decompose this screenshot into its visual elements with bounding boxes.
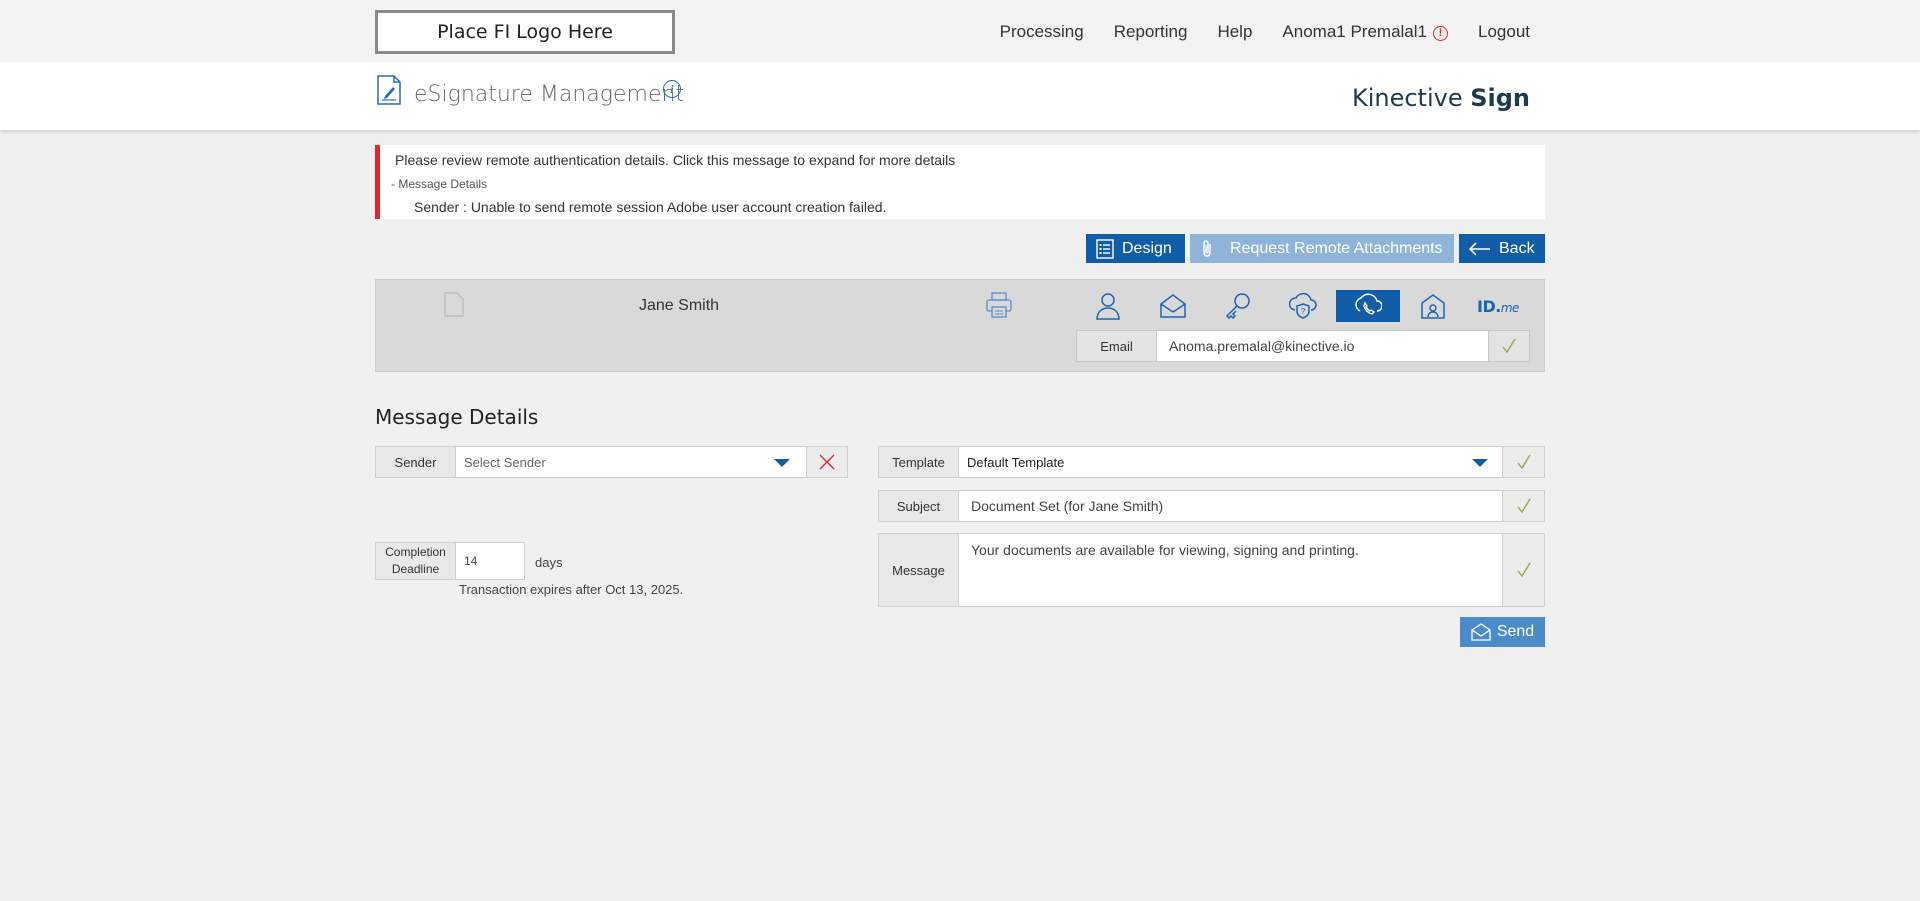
message-field[interactable]: Your documents are available for viewing… (958, 533, 1503, 607)
email-icon (1471, 623, 1491, 641)
auth-key-tab[interactable] (1206, 290, 1270, 322)
nav-help[interactable]: Help (1217, 22, 1252, 42)
nav-reporting[interactable]: Reporting (1114, 22, 1188, 42)
page-header: eSignature Management i Kinective Sign (0, 62, 1920, 130)
email-field[interactable] (1156, 330, 1489, 362)
design-label: Design (1122, 239, 1172, 257)
building-icon (1421, 294, 1445, 319)
auth-method-tabs: ? ID.me (1076, 290, 1531, 322)
checkmark-icon (1502, 338, 1516, 354)
nav-logout[interactable]: Logout (1478, 22, 1530, 42)
subject-confirm[interactable] (1502, 490, 1545, 522)
svg-text:?: ? (1301, 307, 1306, 316)
auth-idme-tab[interactable]: ID.me (1466, 290, 1530, 322)
sender-label: Sender (375, 446, 456, 478)
page-title: eSignature Management (414, 82, 685, 107)
auth-building-tab[interactable] (1401, 290, 1465, 322)
close-icon (819, 454, 835, 470)
message-confirm[interactable] (1502, 533, 1545, 607)
sender-placeholder: Select Sender (464, 454, 546, 470)
auth-question-tab[interactable]: ? (1271, 290, 1335, 322)
person-icon (1096, 293, 1120, 320)
request-remote-attachments-button[interactable]: Request Remote Attachments (1190, 234, 1454, 263)
nav-user[interactable]: Anoma1 Premalal1! (1282, 22, 1448, 42)
warning-icon: ! (1433, 26, 1448, 41)
send-label: Send (1496, 623, 1535, 640)
document-icon (444, 292, 464, 317)
completion-deadline-label: Completion Deadline (375, 542, 456, 580)
top-bar: Place FI Logo Here Processing Reporting … (0, 0, 1920, 62)
message-label: Message (878, 533, 959, 607)
printer-icon[interactable] (985, 291, 1013, 319)
auth-phone-tab[interactable] (1336, 290, 1400, 322)
email-icon (1160, 294, 1186, 318)
brand-logo: Kinective Sign (1352, 84, 1530, 112)
top-navigation: Processing Reporting Help Anoma1 Premala… (1000, 22, 1530, 42)
template-label: Template (878, 446, 959, 478)
template-select[interactable]: Default Template (958, 446, 1503, 478)
question-shield-icon: ? (1289, 292, 1317, 319)
subject-label: Subject (878, 490, 959, 522)
auth-person-tab[interactable] (1076, 290, 1140, 322)
alert-details-toggle[interactable]: - Message Details (391, 177, 487, 191)
brand-bold: Sign (1470, 84, 1530, 112)
alert-message[interactable]: Please review remote authentication deta… (395, 152, 955, 168)
idme-main: ID. (1477, 296, 1501, 316)
days-label: days (535, 555, 563, 570)
checklist-icon (1096, 238, 1114, 259)
info-icon[interactable]: i (663, 80, 681, 98)
subject-field[interactable] (958, 490, 1503, 522)
template-confirm[interactable] (1502, 446, 1545, 478)
checkmark-icon (1516, 562, 1531, 578)
paperclip-icon (1203, 239, 1211, 257)
request-attachments-label: Request Remote Attachments (1230, 239, 1443, 257)
expiration-text: Transaction expires after Oct 13, 2025. (459, 582, 684, 597)
chevron-down-icon (774, 459, 790, 467)
checkmark-icon (1516, 454, 1531, 470)
idme-logo: ID.me (1477, 297, 1519, 316)
document-sign-icon (377, 75, 401, 105)
phone-icon (1355, 293, 1382, 315)
user-name: Anoma1 Premalal1 (1282, 22, 1427, 41)
fi-logo-placeholder: Place FI Logo Here (375, 10, 675, 54)
send-button[interactable]: Send (1460, 617, 1545, 647)
nav-processing[interactable]: Processing (1000, 22, 1084, 42)
template-value: Default Template (967, 454, 1065, 470)
email-confirm[interactable] (1488, 330, 1530, 362)
error-alert[interactable]: Please review remote authentication deta… (375, 145, 1545, 219)
chevron-down-icon (1472, 459, 1488, 467)
completion-deadline-input[interactable] (455, 542, 525, 580)
message-details-title: Message Details (375, 405, 539, 429)
idme-sub: me (1500, 300, 1520, 315)
checkmark-icon (1516, 498, 1531, 514)
arrow-left-icon (1469, 241, 1490, 256)
brand-light: Kinective (1351, 84, 1471, 112)
alert-sender-detail: Sender : Unable to send remote session A… (414, 199, 887, 215)
sender-select[interactable]: Select Sender (455, 446, 807, 478)
signer-panel: Jane Smith ? ID.me Email Anoma.premalal@… (375, 279, 1545, 372)
design-button[interactable]: Design (1086, 234, 1185, 263)
signer-name: Jane Smith (639, 297, 720, 314)
back-button[interactable]: Back (1459, 234, 1545, 263)
sender-clear-button[interactable] (806, 446, 848, 478)
auth-email-tab[interactable] (1141, 290, 1205, 322)
key-icon (1225, 293, 1250, 320)
email-label: Email (1076, 330, 1157, 362)
back-label: Back (1499, 239, 1535, 257)
